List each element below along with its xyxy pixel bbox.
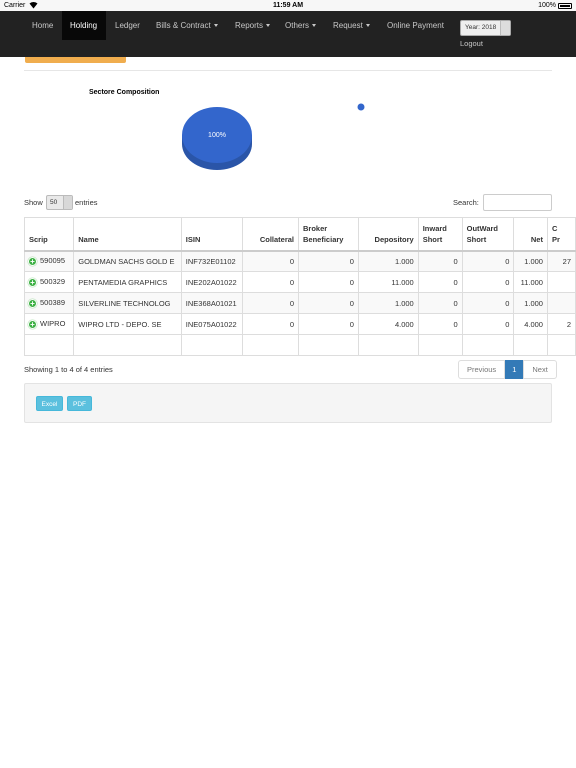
table-cell: 0 <box>417 271 463 293</box>
column-header[interactable]: Name <box>73 217 182 251</box>
table-row: +500389 SILVERLINE TECHNOLOG INE368A01021 0… <box>23 292 576 314</box>
table-cell: 1.000 <box>513 292 548 314</box>
expand-row-icon[interactable]: + <box>28 277 37 287</box>
table-cell: 1.000 <box>513 250 548 272</box>
table-cell <box>298 334 359 356</box>
column-header[interactable]: Depository <box>357 217 419 251</box>
table-cell: 0 <box>417 250 463 272</box>
empty-row <box>23 334 576 356</box>
column-header[interactable]: Broker Beneficiary <box>298 217 359 251</box>
table-cell: 0 <box>461 313 515 335</box>
pie-chart: 100% <box>182 103 365 170</box>
table-cell: INE075A01022 <box>180 313 244 335</box>
table-row: + WIPRO WIPRO LTD - DEPO. SE INE075A01022 0 0… <box>23 313 576 335</box>
column-header[interactable]: Collateral <box>242 217 300 251</box>
excel-export-button[interactable]: Excel <box>36 396 63 411</box>
expand-row-icon[interactable]: + <box>28 319 37 329</box>
scrip-code: WIPRO <box>40 319 66 329</box>
show-label: Show <box>24 198 43 207</box>
legend-dot <box>357 103 365 111</box>
column-header[interactable]: Inward Short <box>417 217 463 251</box>
table-cell: 0 <box>461 250 515 272</box>
table-cell: 11.000 <box>513 271 548 293</box>
table-cell <box>546 334 576 356</box>
column-header[interactable]: C Pr <box>546 217 576 251</box>
table-cell: 0 <box>242 313 300 335</box>
pie-data-label: 100% <box>208 132 226 139</box>
table-cell: 0 <box>242 292 300 314</box>
scrip-cell: + WIPRO <box>23 313 75 335</box>
table-cell: INE368A01021 <box>180 292 244 314</box>
table-cell: GOLDMAN SACHS GOLD E <box>73 250 182 272</box>
table-cell: INE202A01022 <box>180 271 244 293</box>
table-cell <box>546 292 576 314</box>
table-cell <box>546 271 576 293</box>
scrip-code: 500329 <box>40 277 66 287</box>
next-page-button[interactable]: Next <box>523 360 557 379</box>
table-cell: 0 <box>298 250 359 272</box>
search-input[interactable] <box>483 194 552 211</box>
scrip-code: 500389 <box>40 298 66 308</box>
page-1-button[interactable]: 1 <box>505 360 524 379</box>
scrip-code: 590095 <box>40 256 66 266</box>
pagination: Previous 1 Next <box>458 360 557 379</box>
table-cell: 4.000 <box>357 313 419 335</box>
table-cell <box>73 334 182 356</box>
page-length-value: 50 <box>50 199 58 206</box>
table-cell: 0 <box>298 271 359 293</box>
table-cell <box>23 334 75 356</box>
table-cell: INF732E01102 <box>180 250 244 272</box>
scrip-cell: +500389 <box>23 292 75 314</box>
table-cell <box>242 334 300 356</box>
holdings-table: Scrip Name ISIN Collateral Broker Beneficiar… <box>23 217 576 356</box>
search-label: Search: <box>453 198 479 207</box>
table-body: +590095 GOLDMAN SACHS GOLD E INF732E01102 0… <box>23 250 576 356</box>
scrip-cell: +590095 <box>23 250 75 272</box>
table-cell: PENTAMEDIA GRAPHICS <box>73 271 182 293</box>
table-cell: WIPRO LTD - DEPO. SE <box>73 313 182 335</box>
table-cell: 0 <box>461 271 515 293</box>
table-cell: 11.000 <box>357 271 419 293</box>
column-header[interactable]: Net <box>513 217 548 251</box>
table-cell: 0 <box>461 292 515 314</box>
table-row: +590095 GOLDMAN SACHS GOLD E INF732E01102 0… <box>23 250 576 272</box>
scrip-cell: +500329 <box>23 271 75 293</box>
table-cell: 0 <box>242 250 300 272</box>
page-length-select[interactable]: 50 <box>46 195 73 210</box>
table-cell <box>513 334 548 356</box>
column-header[interactable]: ISIN <box>180 217 244 251</box>
expand-row-icon[interactable]: + <box>28 298 37 308</box>
column-header[interactable]: Scrip <box>23 217 75 251</box>
table-cell: 4.000 <box>513 313 548 335</box>
export-panel: Excel PDF <box>24 383 552 423</box>
select-arrow-icon <box>63 196 72 209</box>
table-cell: 0 <box>242 271 300 293</box>
table-cell: 0 <box>417 313 463 335</box>
table-cell: 27 <box>546 250 576 272</box>
table-row: +500329 PENTAMEDIA GRAPHICS INE202A01022 0 0… <box>23 271 576 293</box>
table-cell: 1.000 <box>357 292 419 314</box>
table-cell: 0 <box>417 292 463 314</box>
entries-label: entries <box>75 198 98 207</box>
pdf-export-button[interactable]: PDF <box>67 396 92 411</box>
table-cell: 1.000 <box>357 250 419 272</box>
table-cell: 0 <box>298 313 359 335</box>
table-cell <box>417 334 463 356</box>
table-header-row: Scrip Name ISIN Collateral Broker Beneficiar… <box>23 217 576 251</box>
table-cell: SILVERLINE TECHNOLOG <box>73 292 182 314</box>
table-info: Showing 1 to 4 of 4 entries <box>24 365 113 374</box>
table-cell: 0 <box>298 292 359 314</box>
table-cell <box>461 334 515 356</box>
expand-row-icon[interactable]: + <box>28 257 37 266</box>
table-cell <box>180 334 244 356</box>
previous-page-button[interactable]: Previous <box>458 360 506 379</box>
table-cell: 2 <box>546 313 576 335</box>
column-header[interactable]: OutWard Short <box>461 217 515 251</box>
table-cell <box>357 334 419 356</box>
